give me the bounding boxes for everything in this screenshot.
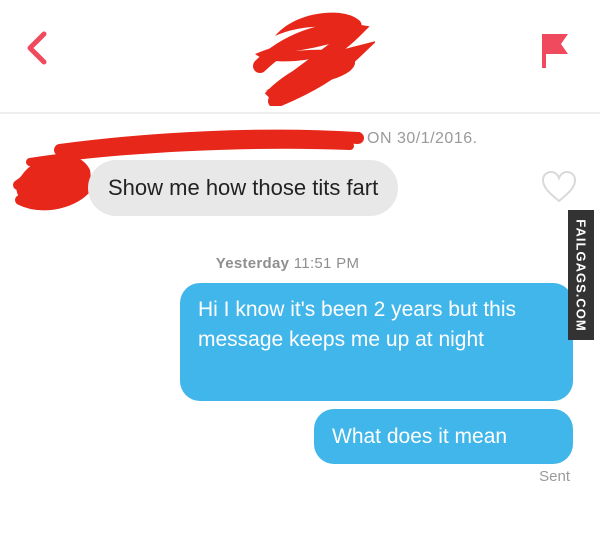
- match-date-info: N ON 30/1/2016.: [350, 130, 478, 147]
- chat-header: [0, 0, 600, 114]
- avatar-redaction-scribble: [253, 12, 375, 106]
- incoming-message-bubble: Show me how those tits fart: [88, 160, 399, 216]
- heart-outline-icon[interactable]: [540, 170, 578, 204]
- incoming-message-text: Show me how those tits fart: [108, 175, 379, 200]
- message-timestamp: Yesterday 11:51 PM: [0, 255, 575, 272]
- outgoing-message-text: What does it mean: [332, 424, 508, 448]
- report-flag-icon[interactable]: [534, 28, 574, 72]
- timestamp-day: Yesterday: [215, 255, 290, 272]
- outgoing-message-bubble: Hi I know it's been 2 years but this mes…: [180, 283, 573, 401]
- watermark-text: FAILGAGS.COM: [573, 218, 589, 332]
- sent-status: Sent: [539, 468, 570, 485]
- outgoing-message-text: Hi I know it's been 2 years but this mes…: [198, 298, 516, 351]
- back-chevron-icon[interactable]: [18, 28, 58, 68]
- timestamp-time: 11:51 PM: [293, 255, 360, 272]
- outgoing-message-bubble: What does it mean: [314, 409, 573, 464]
- site-watermark: FAILGAGS.COM: [568, 210, 594, 340]
